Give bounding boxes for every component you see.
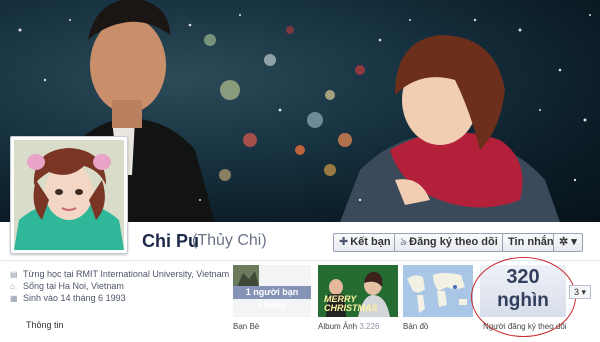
more-tiles-button[interactable]: 3 ▾: [569, 285, 591, 299]
world-map-thumbnail: [403, 265, 473, 317]
graduation-cap-icon: ▤: [10, 270, 18, 279]
birthday-text: Sinh vào 14 tháng 6 1993: [23, 293, 126, 303]
photos-label-text: Album Ảnh: [318, 322, 358, 331]
avatar: [14, 140, 124, 250]
mutual-friends-badge[interactable]: 1 người bạn chung: [233, 286, 311, 310]
add-friend-icon: ✚: [339, 236, 349, 248]
photos-count: 3.226: [359, 322, 380, 331]
profile-picture[interactable]: [10, 136, 128, 254]
map-tile[interactable]: [403, 265, 473, 317]
subscribe-label: Đăng ký theo dõi: [409, 236, 498, 248]
red-annotation-circle: [471, 257, 576, 337]
add-friend-button[interactable]: ✚ Kết bạn: [333, 233, 397, 252]
message-label: Tin nhắn: [508, 236, 554, 248]
subscribe-button[interactable]: ৯ Đăng ký theo dõi: [394, 233, 504, 252]
photos-tile[interactable]: MERRY CHRISTMAS: [318, 265, 398, 317]
about-summary: ▤ Từng học tại RMIT International Univers…: [10, 268, 229, 304]
message-button[interactable]: Tin nhắn: [502, 233, 560, 252]
profile-name: Chi Pu: [142, 231, 199, 251]
education-text: Từng học tại RMIT International Universi…: [23, 269, 230, 279]
education-row: ▤ Từng học tại RMIT International Univers…: [10, 268, 229, 280]
rss-icon: ৯: [400, 236, 408, 248]
profile-alternate-name: (Thủy Chi): [192, 232, 267, 249]
map-label[interactable]: Bản đồ: [403, 322, 428, 331]
home-icon: ⌂: [10, 282, 15, 291]
residence-row: ⌂ Sống tại Ha Noi, Vietnam: [10, 280, 220, 292]
cake-icon: ▦: [10, 294, 18, 303]
residence-text: Sống tại Ha Noi, Vietnam: [23, 281, 124, 291]
photo-banner-text: MERRY CHRISTMAS: [324, 294, 378, 313]
photos-label[interactable]: Album Ảnh 3.226: [318, 322, 379, 331]
about-link[interactable]: Thông tin: [26, 320, 64, 330]
gear-icon: ✲ ▾: [559, 236, 577, 248]
add-friend-label: Kết bạn: [350, 236, 391, 248]
settings-dropdown-button[interactable]: ✲ ▾: [553, 233, 583, 252]
birthday-row: ▦ Sinh vào 14 tháng 6 1993: [10, 292, 220, 304]
friends-label[interactable]: Bạn Bè: [233, 322, 259, 331]
